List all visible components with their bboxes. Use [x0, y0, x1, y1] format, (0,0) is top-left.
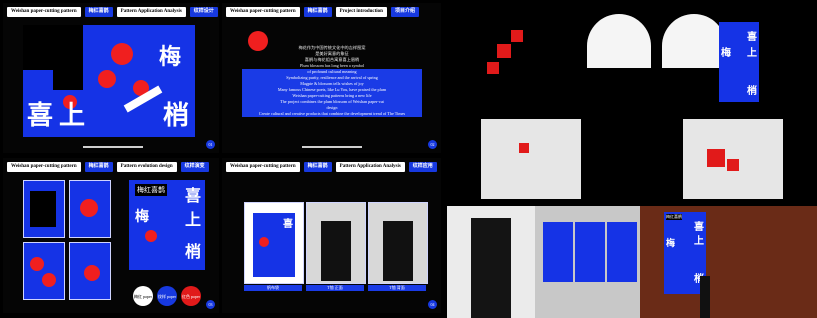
title-char-shang: 上 — [59, 101, 86, 131]
slide-header: Weishan paper-cutting pattern 梅红喜鹊 Patte… — [7, 7, 218, 17]
tab-section[interactable]: Project introduction — [335, 7, 387, 17]
plum-blossom — [111, 43, 133, 65]
folding-fan — [587, 14, 651, 68]
page-indicator[interactable]: 03 — [206, 300, 215, 309]
pattern-tile[interactable] — [69, 180, 111, 238]
tab-section[interactable]: Pattern Application Analysis — [335, 162, 405, 172]
street-poster-char-mei: 梅 — [666, 239, 676, 249]
tab-title-cn[interactable]: 梅红喜鹊 — [84, 162, 113, 172]
swatch-label: 红色 paper — [182, 293, 200, 299]
page-indicator[interactable]: 01 — [206, 140, 215, 149]
tab-title-cn[interactable]: 梅红喜鹊 — [303, 7, 332, 17]
bag-char-xi: 喜 — [747, 32, 757, 43]
slide-pattern-application-2: Weishan paper-cutting pattern 梅红喜鹊 Patte… — [222, 158, 441, 313]
swatch-label: 梅红 paper — [134, 293, 152, 299]
slide-header: Weishan paper-cutting pattern 梅红喜鹊 Proje… — [226, 7, 437, 17]
color-swatch-white[interactable]: 梅红 paper — [133, 286, 153, 306]
tab-section-cn[interactable]: 纹样应用 — [408, 162, 437, 172]
poster-char-shao: 梢 — [184, 242, 201, 261]
product-card-tshirt-back[interactable] — [368, 202, 428, 284]
caption-bag: 帆布袋 — [244, 285, 302, 291]
color-swatch-blue[interactable]: 纹样 paper — [157, 286, 177, 306]
pattern-tile[interactable] — [69, 242, 111, 300]
poster-char-shang: 上 — [184, 210, 201, 229]
title-char-shao: 梢 — [162, 101, 189, 131]
swatch-label: 纹样 paper — [158, 293, 176, 299]
poster-char-xi: 喜 — [184, 186, 201, 205]
poster-small — [607, 222, 637, 282]
slide-pattern-application-1: Weishan paper-cutting pattern 梅红喜鹊 Patte… — [3, 3, 219, 153]
pixel-blossom-branch — [511, 30, 523, 42]
tab-title-cn[interactable]: 梅红喜鹊 — [84, 7, 113, 17]
color-swatch-red[interactable]: 红色 paper — [181, 286, 201, 306]
poster-small — [543, 222, 573, 282]
plum-blossom — [259, 237, 269, 247]
intro-text: 梅花作为中国传统文化中的吉祥图案 是美好寓意的象征 喜鹊与梅花组合寓意喜上眉梢 … — [242, 45, 422, 117]
tab-project-name[interactable]: Weishan paper-cutting pattern — [7, 162, 81, 172]
mockup-model-photo — [447, 206, 535, 318]
product-card-tshirt-front[interactable] — [306, 202, 366, 284]
page-indicator[interactable]: 04 — [428, 300, 437, 309]
tab-project-name[interactable]: Weishan paper-cutting pattern — [226, 162, 300, 172]
tshirt-front — [481, 119, 581, 199]
tab-section-cn[interactable]: 纹样演变 — [180, 162, 209, 172]
page-indicator[interactable]: 02 — [428, 140, 437, 149]
poster-preview: 梅红喜鹊 喜 上 梅 梢 — [129, 180, 205, 270]
slide-header: Weishan paper-cutting pattern 梅红喜鹊 Patte… — [226, 162, 437, 172]
mockup-fan-bag: 梅 喜 上 梢 — [447, 0, 817, 106]
tab-section-cn[interactable]: 纹样设计 — [189, 7, 218, 17]
tab-section[interactable]: Pattern evolution design — [116, 162, 177, 172]
pattern-dark-block — [53, 70, 83, 90]
intro-line-highlight: Create cultural and creative products th… — [242, 111, 422, 117]
tab-project-name[interactable]: Weishan paper-cutting pattern — [7, 7, 81, 17]
folding-fan — [662, 14, 726, 68]
street-poster-title: 梅红喜鹊 — [666, 214, 682, 220]
title-char-mei: 梅 — [158, 39, 181, 71]
caption-tshirt-back: T恤 背面 — [368, 285, 426, 291]
street-poster-char-shang: 上 — [694, 236, 704, 247]
pattern-artwork: 梅 喜 上 梢 — [23, 25, 195, 137]
poster-small — [575, 222, 605, 282]
tote-bag: 梅 喜 上 梢 — [719, 22, 759, 102]
product-card-bag[interactable]: 喜 — [244, 202, 304, 284]
pixel-blossom-branch — [487, 62, 499, 74]
slide-header: Weishan paper-cutting pattern 梅红喜鹊 Patte… — [7, 162, 215, 172]
poster-char-mei: 梅 — [135, 209, 149, 225]
bag-shape: 喜 — [253, 213, 295, 277]
tshirt-back — [683, 119, 783, 199]
plum-blossom — [145, 230, 157, 242]
title-char-xi: 喜 — [27, 101, 54, 131]
bag-char: 喜 — [283, 219, 293, 230]
tshirt-model — [383, 221, 413, 281]
bag-char-shao: 梢 — [747, 86, 757, 97]
scrollbar[interactable] — [83, 146, 143, 148]
mockup-poster-wall — [535, 206, 640, 318]
pixel-blossom-branch — [497, 44, 511, 58]
caption-tshirt-front: T恤 正面 — [306, 285, 364, 291]
slide-project-introduction: Weishan paper-cutting pattern 梅红喜鹊 Proje… — [222, 3, 441, 153]
bag-char-mei: 梅 — [721, 48, 731, 59]
pattern-dark-block — [23, 25, 83, 70]
plum-blossom — [98, 70, 116, 88]
tshirt-model — [321, 221, 351, 281]
tab-project-name[interactable]: Weishan paper-cutting pattern — [226, 7, 300, 17]
pedestrian — [700, 276, 710, 318]
bag-char-shang: 上 — [747, 48, 757, 59]
poster-title: 梅红喜鹊 — [135, 184, 167, 196]
mockup-street-poster: 梅红喜鹊 喜 上 梅 梢 — [640, 206, 817, 318]
tab-title-cn[interactable]: 梅红喜鹊 — [303, 162, 332, 172]
tab-section[interactable]: Pattern Application Analysis — [116, 7, 186, 17]
pattern-tile[interactable] — [23, 180, 65, 238]
slide-pattern-evolution: Weishan paper-cutting pattern 梅红喜鹊 Patte… — [3, 158, 219, 313]
tab-section-cn[interactable]: 项目介绍 — [390, 7, 419, 17]
scrollbar[interactable] — [302, 146, 362, 148]
model-figure — [471, 218, 511, 318]
street-poster-char-xi: 喜 — [694, 222, 704, 233]
pattern-tile[interactable] — [23, 242, 65, 300]
mockup-tshirts — [447, 107, 817, 204]
